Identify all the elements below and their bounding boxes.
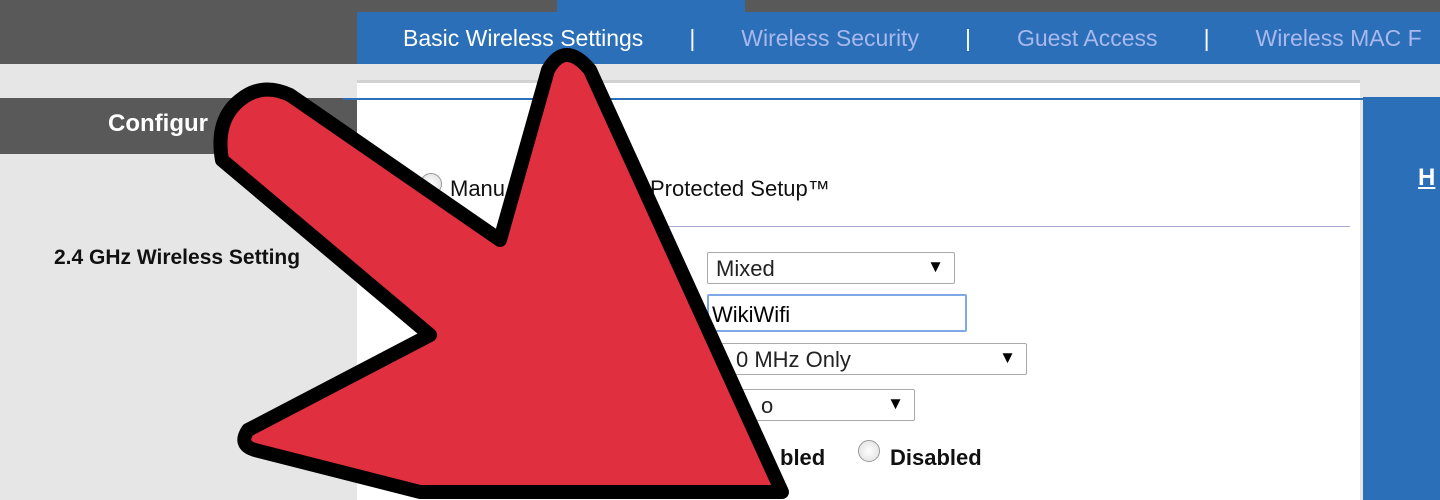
red-arrow-icon (213, 48, 789, 499)
